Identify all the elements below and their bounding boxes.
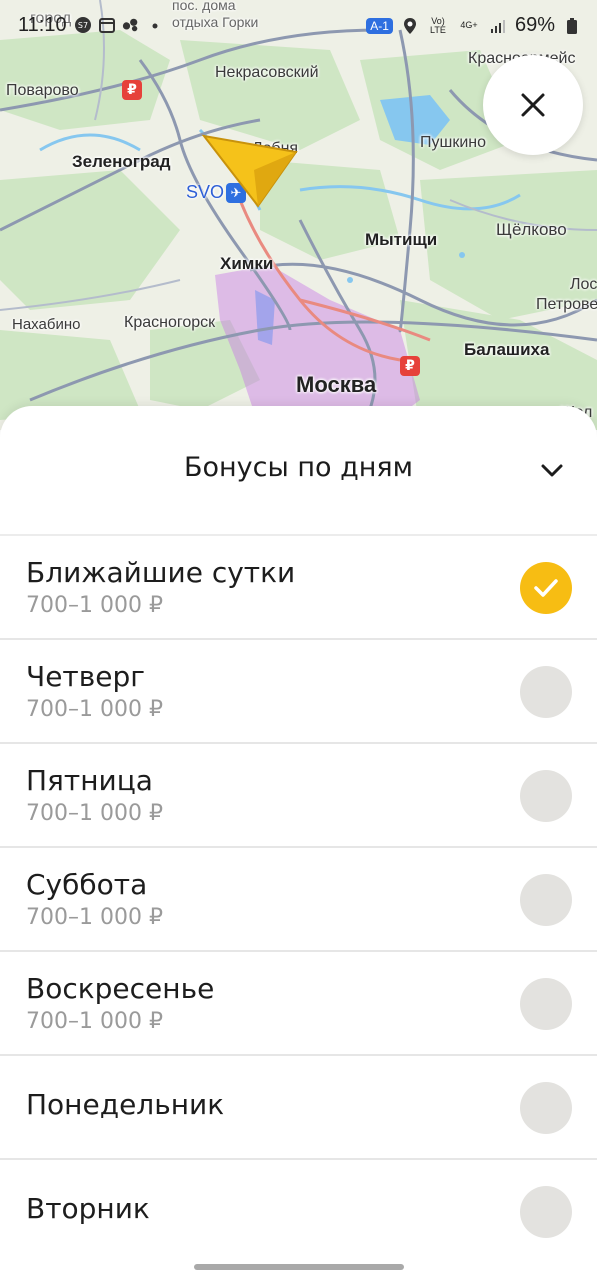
bonus-days-sheet: Бонусы по дням Ближайшие сутки 700–1 000… — [0, 406, 597, 1280]
map-label-krasnogorsk: Красногорск — [124, 314, 216, 331]
day-option-label: Понедельник — [26, 1088, 225, 1121]
ruble-icon: ₽ — [400, 356, 420, 376]
svg-text:S7: S7 — [78, 21, 88, 30]
chevron-down-icon[interactable] — [538, 460, 566, 480]
navigation-arrow-icon — [201, 134, 298, 208]
day-option-friday[interactable]: Пятница 700–1 000 ₽ — [0, 744, 597, 848]
home-indicator[interactable] — [194, 1264, 404, 1270]
day-option-sunday[interactable]: Воскресенье 700–1 000 ₽ — [0, 952, 597, 1056]
day-option-thursday[interactable]: Четверг 700–1 000 ₽ — [0, 640, 597, 744]
day-option-bonus-range: 700–1 000 ₽ — [26, 801, 163, 826]
map-label-pushkino: Пушкино — [420, 134, 487, 151]
day-list: Ближайшие сутки 700–1 000 ₽ Четверг 700–… — [0, 536, 597, 1262]
network-4g-label: 4G+ — [460, 20, 478, 30]
day-option-bonus-range: 700–1 000 ₽ — [26, 1009, 163, 1034]
checkmark-icon — [534, 579, 558, 597]
radio-unselected[interactable] — [520, 978, 572, 1030]
radio-unselected[interactable] — [520, 666, 572, 718]
map-label-khimki: Химки — [220, 254, 274, 273]
day-option-bonus-range: 700–1 000 ₽ — [26, 697, 163, 722]
map-label-nekrasovsky: Некрасовский — [215, 64, 319, 81]
day-option-nearest[interactable]: Ближайшие сутки 700–1 000 ₽ — [0, 536, 597, 640]
status-left-icons: S7 — [74, 16, 164, 34]
radio-selected[interactable] — [520, 562, 572, 614]
day-option-label: Суббота — [26, 868, 148, 901]
status-bar: 11:10 S7 A-1 Vo) LTE 4G+ 69% — [0, 0, 597, 52]
day-option-label: Воскресенье — [26, 972, 215, 1005]
signal-icon — [489, 17, 507, 35]
map-label-povarovo: Поварово — [6, 82, 79, 99]
battery-percent: 69% — [514, 14, 555, 36]
network-badge: A-1 — [366, 17, 393, 34]
close-button[interactable] — [483, 55, 583, 155]
sheet-header: Бонусы по дням — [0, 406, 597, 536]
radio-unselected[interactable] — [520, 1186, 572, 1238]
map-label-shchyolkovo: Щёлково — [496, 220, 567, 239]
radio-unselected[interactable] — [520, 1082, 572, 1134]
day-option-bonus-range: 700–1 000 ₽ — [26, 593, 163, 618]
close-icon — [521, 93, 545, 117]
s7-app-icon: S7 — [74, 16, 92, 34]
map-label-nakhabino: Нахабино — [12, 316, 81, 333]
map-label-petrovo: Петрове — [536, 296, 597, 313]
day-option-label: Четверг — [26, 660, 145, 693]
map-label-los: Лос — [570, 276, 597, 293]
day-option-monday[interactable]: Понедельник — [0, 1056, 597, 1160]
map-label-zelenograd: Зеленоград — [72, 152, 171, 171]
map-label-mytishchi: Мытищи — [365, 230, 438, 249]
day-option-tuesday[interactable]: Вторник — [0, 1160, 597, 1262]
volte-label: Vo) LTE — [430, 15, 446, 35]
status-time: 11:10 — [18, 14, 67, 36]
location-icon — [401, 17, 419, 35]
day-option-label: Вторник — [26, 1192, 150, 1225]
day-option-saturday[interactable]: Суббота 700–1 000 ₽ — [0, 848, 597, 952]
ruble-icon: ₽ — [122, 80, 142, 100]
map-label-moskva: Москва — [296, 372, 377, 397]
status-right-icons: A-1 Vo) LTE 4G+ 69% — [366, 14, 581, 37]
day-option-label: Пятница — [26, 764, 153, 797]
calendar-icon — [98, 16, 116, 34]
day-option-bonus-range: 700–1 000 ₽ — [26, 905, 163, 930]
more-notifications-icon — [146, 16, 164, 34]
map-label-balashikha: Балашиха — [464, 340, 550, 359]
radio-unselected[interactable] — [520, 874, 572, 926]
sheet-title: Бонусы по дням — [183, 452, 414, 483]
messenger-dots-icon — [122, 16, 140, 34]
battery-icon — [563, 17, 581, 35]
radio-unselected[interactable] — [520, 770, 572, 822]
day-option-label: Ближайшие сутки — [26, 556, 296, 589]
